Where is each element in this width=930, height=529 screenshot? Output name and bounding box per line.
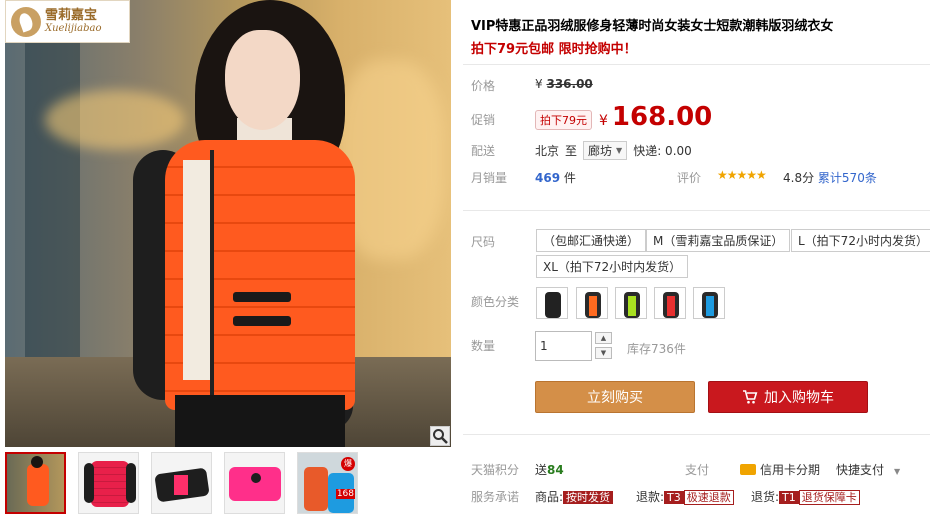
rating-label: 评价 bbox=[677, 171, 702, 185]
size-option-xl[interactable]: XL（拍下72小时内发货） bbox=[536, 255, 689, 278]
points-value: 送84 bbox=[535, 463, 564, 477]
shipping-fee: 快递: 0.00 bbox=[633, 144, 692, 158]
service-refund[interactable]: 退款: T3 极速退款 bbox=[636, 488, 734, 505]
review-count-link[interactable]: 累计570条 bbox=[818, 171, 877, 185]
chevron-down-icon: ▼ bbox=[894, 467, 901, 476]
promo-label: 促销 bbox=[471, 113, 496, 127]
size-option-l[interactable]: L（拍下72小时内发货） bbox=[791, 229, 930, 252]
credit-card-icon bbox=[740, 464, 756, 475]
destination-select[interactable]: 廊坊 ▼ bbox=[583, 141, 628, 160]
product-page: 雪莉嘉宝 Xuelijiabao 爆 168 VIP特惠正品羽绒服修身轻薄时尚女… bbox=[0, 0, 930, 529]
monthly-sales: 469 件 bbox=[535, 171, 576, 185]
quantity-label: 数量 bbox=[471, 339, 496, 353]
color-swatch-black[interactable] bbox=[536, 287, 568, 319]
shipping-info: 北京 至 廊坊 ▼ 快递: 0.00 bbox=[535, 141, 692, 160]
product-details: VIP特惠正品羽绒服修身轻薄时尚女装女士短款潮韩版羽绒衣女 拍下79元包邮 限时… bbox=[463, 0, 930, 529]
thumbnail-3[interactable] bbox=[151, 452, 212, 514]
chevron-down-icon: ▼ bbox=[616, 146, 623, 155]
color-swatch-red[interactable] bbox=[654, 287, 686, 319]
brand-name-en: Xuelijiabao bbox=[45, 23, 102, 35]
quantity-input[interactable]: 1 bbox=[535, 331, 592, 361]
quantity-increase-icon[interactable]: ▲ bbox=[595, 332, 612, 344]
shipping-label: 配送 bbox=[471, 144, 496, 158]
quantity-decrease-icon[interactable]: ▼ bbox=[595, 347, 612, 359]
color-swatch-lime[interactable] bbox=[615, 287, 647, 319]
payment-label: 支付 bbox=[685, 463, 710, 477]
color-swatch-blue[interactable] bbox=[693, 287, 725, 319]
product-subtitle: 拍下79元包邮 限时抢购中！ bbox=[471, 42, 637, 57]
ship-from: 北京 bbox=[535, 144, 560, 158]
size-label: 尺码 bbox=[471, 235, 496, 249]
add-to-cart-button[interactable]: 加入购物车 bbox=[708, 381, 868, 413]
hot-badge: 爆 bbox=[341, 457, 355, 471]
stock-count: 库存736件 bbox=[627, 342, 686, 356]
service-goods[interactable]: 商品: 按时发货 bbox=[535, 488, 614, 505]
brand-logo-icon bbox=[11, 6, 41, 37]
points-row: 天猫积分 bbox=[471, 463, 520, 477]
sales-label: 月销量 bbox=[471, 171, 508, 185]
ship-to-word: 至 bbox=[565, 144, 578, 158]
brand-name-cn: 雪莉嘉宝 bbox=[45, 7, 98, 23]
thumbnail-strip: 爆 168 bbox=[5, 452, 358, 514]
thumbnail-5[interactable]: 爆 168 bbox=[297, 452, 358, 514]
rating-score: 4.8分 累计570条 bbox=[783, 171, 877, 185]
service-label: 服务承诺 bbox=[471, 490, 520, 504]
credit-installment[interactable]: 信用卡分期 bbox=[740, 461, 820, 478]
color-swatch-orange[interactable] bbox=[576, 287, 608, 319]
main-product-image[interactable] bbox=[5, 0, 451, 447]
size-option-m[interactable]: M（雪莉嘉宝品质保证） bbox=[646, 229, 791, 252]
price-label: 价格 bbox=[471, 79, 496, 93]
color-label: 颜色分类 bbox=[471, 295, 520, 309]
original-price: ¥ 336.00 bbox=[535, 77, 593, 91]
promo-price: ¥168.00 bbox=[599, 102, 713, 132]
promo-tag: 拍下79元 bbox=[535, 110, 592, 130]
product-title: VIP特惠正品羽绒服修身轻薄时尚女装女士短款潮韩版羽绒衣女 bbox=[471, 19, 834, 34]
thumbnail-2[interactable] bbox=[78, 452, 139, 514]
thumbnail-price: 168 bbox=[335, 489, 355, 499]
quick-pay-dropdown[interactable]: 快捷支付 ▼ bbox=[836, 461, 900, 478]
thumbnail-1[interactable] bbox=[5, 452, 66, 514]
service-return[interactable]: 退货: T1 退货保障卡 bbox=[751, 488, 860, 505]
thumbnail-4[interactable] bbox=[224, 452, 285, 514]
buy-now-button[interactable]: 立刻购买 bbox=[535, 381, 695, 413]
star-rating-icon: ★★★★★ bbox=[717, 168, 767, 182]
zoom-icon[interactable] bbox=[430, 426, 450, 446]
brand-logo: 雪莉嘉宝 Xuelijiabao bbox=[5, 0, 130, 43]
size-option[interactable]: （包邮汇通快递） bbox=[536, 229, 647, 252]
cart-icon bbox=[743, 390, 758, 404]
